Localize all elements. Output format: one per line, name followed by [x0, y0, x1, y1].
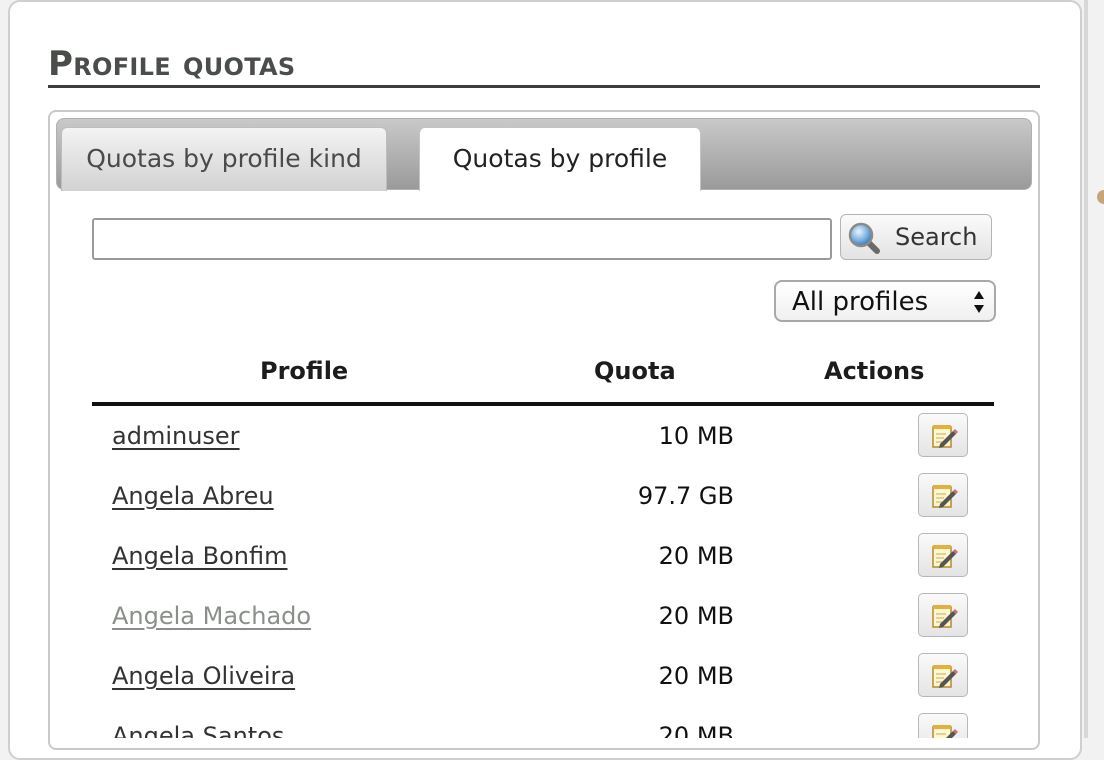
profile-link[interactable]: Angela Santos	[112, 706, 284, 738]
edit-button[interactable]	[918, 533, 968, 577]
table-row: Angela Santos 20 MB	[92, 706, 994, 738]
profile-filter-select[interactable]: All profiles	[774, 280, 996, 322]
search-button[interactable]: Search	[840, 214, 992, 260]
edit-icon	[932, 485, 958, 508]
edit-button[interactable]	[918, 473, 968, 517]
quota-value: 97.7 GB	[637, 482, 734, 510]
edge-fragment	[1097, 16, 1104, 24]
search-input[interactable]	[92, 218, 832, 260]
tab-quotas-by-profile[interactable]: Quotas by profile	[419, 127, 701, 191]
edit-icon	[932, 725, 958, 738]
profile-link[interactable]: adminuser	[112, 406, 240, 466]
profile-link[interactable]: Angela Oliveira	[112, 646, 295, 706]
edit-button[interactable]	[918, 713, 968, 738]
edit-button[interactable]	[918, 413, 968, 457]
table-row: Angela Oliveira 20 MB	[92, 646, 994, 706]
select-arrows-icon	[972, 289, 986, 315]
edit-button[interactable]	[918, 653, 968, 697]
edit-icon	[932, 665, 958, 688]
window-edge-shadow	[1084, 0, 1088, 738]
edit-icon	[932, 425, 958, 448]
column-header-quota: Quota	[594, 357, 676, 385]
tab-quotas-by-profile-kind[interactable]: Quotas by profile kind	[61, 127, 387, 191]
page-title: Profile quotas	[48, 38, 1040, 88]
quota-value: 20 MB	[658, 602, 734, 630]
profile-filter-value: All profiles	[792, 287, 929, 317]
tab-bar: Quotas by profile kind Quotas by profile	[56, 118, 1032, 191]
table-row: Angela Abreu 97.7 GB	[92, 466, 994, 526]
page-title-text: Profile quotas	[48, 44, 296, 84]
search-button-label: Search	[895, 223, 978, 251]
quota-value: 20 MB	[658, 662, 734, 690]
edge-fragment-orange	[1097, 190, 1104, 204]
edit-icon	[932, 545, 958, 568]
table-row: adminuser 10 MB	[92, 406, 994, 466]
column-header-actions: Actions	[824, 357, 925, 385]
profile-link[interactable]: Angela Abreu	[112, 466, 274, 526]
column-header-profile: Profile	[260, 357, 349, 385]
quota-value: 20 MB	[658, 542, 734, 570]
table-row: Angela Bonfim 20 MB	[92, 526, 994, 586]
quota-value: 10 MB	[658, 422, 734, 450]
search-icon	[847, 221, 881, 255]
quota-value: 20 MB	[658, 722, 734, 738]
table-row: Angela Machado 20 MB	[92, 586, 994, 646]
edit-button[interactable]	[918, 593, 968, 637]
edit-icon	[932, 605, 958, 628]
profile-link[interactable]: Angela Bonfim	[112, 526, 288, 586]
profile-link[interactable]: Angela Machado	[112, 586, 311, 646]
